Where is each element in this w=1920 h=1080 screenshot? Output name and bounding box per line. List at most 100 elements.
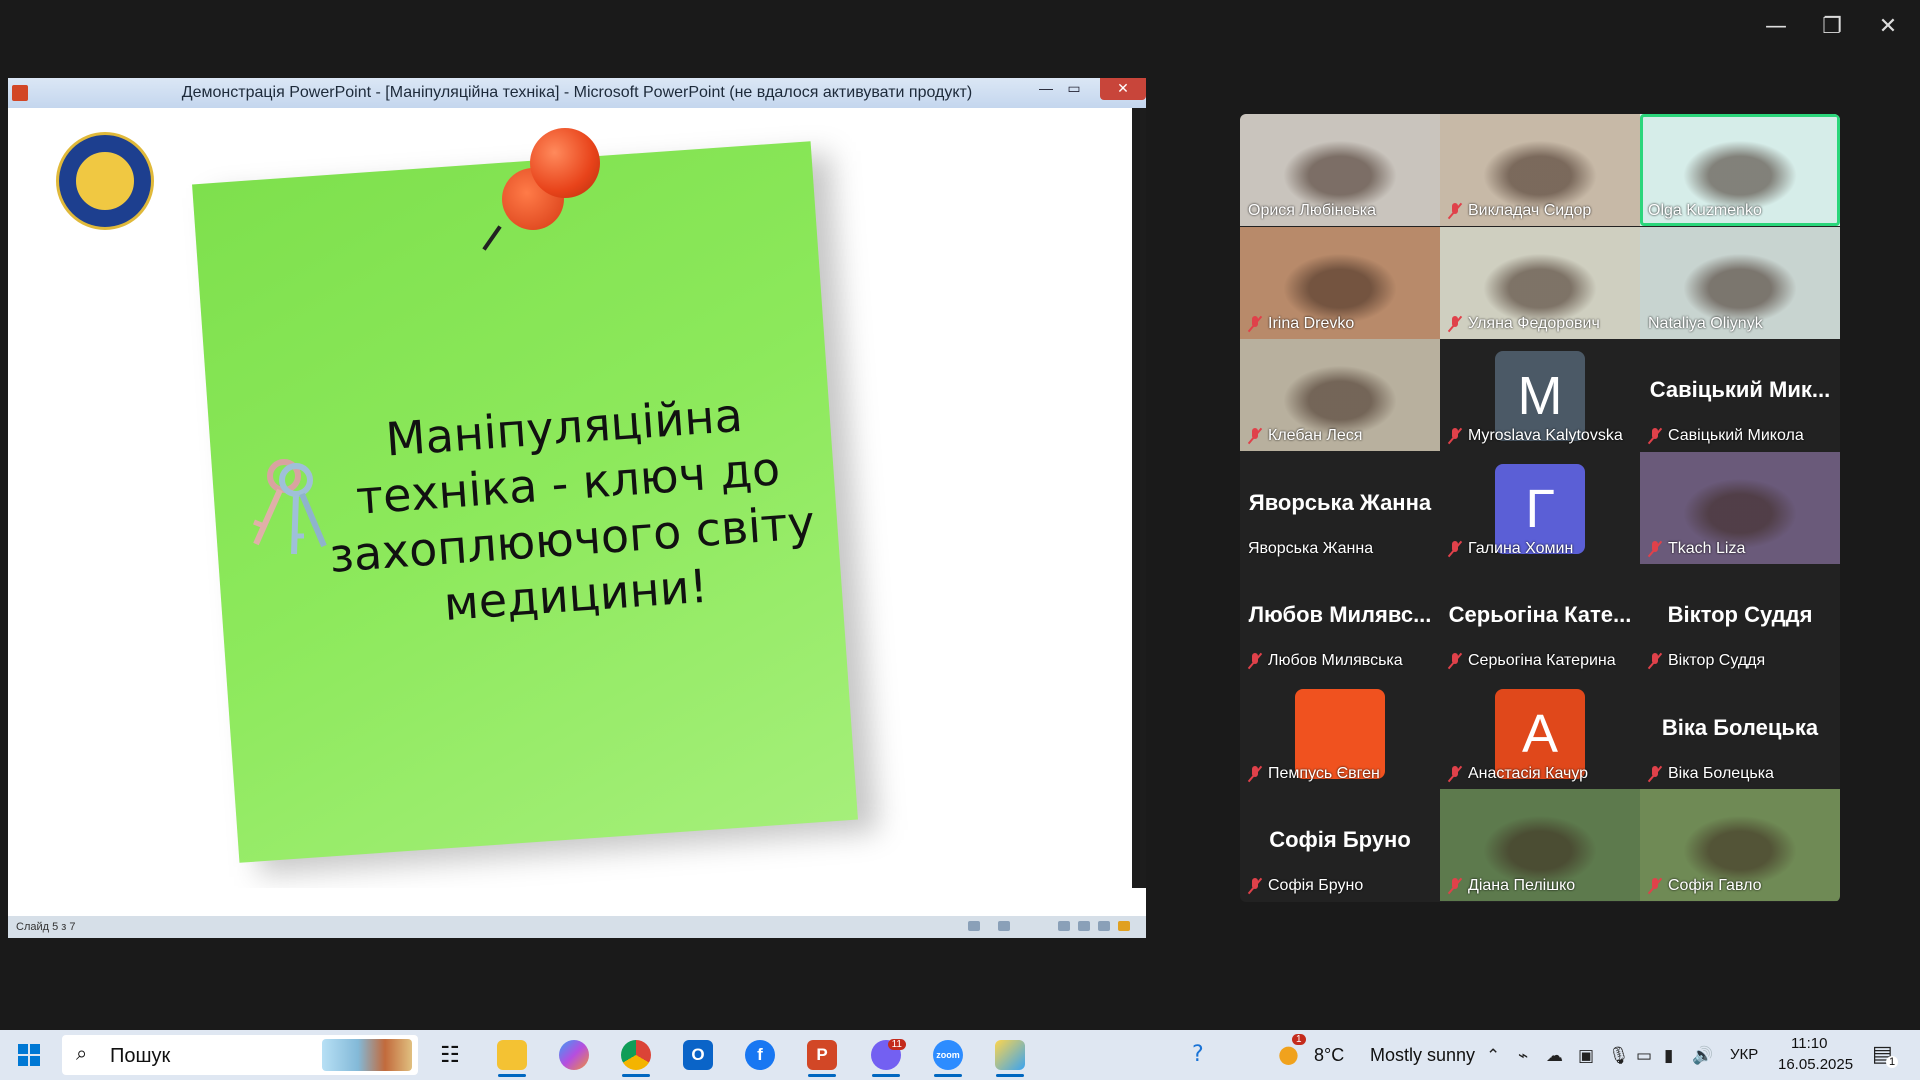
powerpoint-taskbar-icon[interactable]: P — [800, 1035, 844, 1077]
muted-microphone-icon — [1248, 428, 1262, 444]
participant-name: Nataliya Oliynyk — [1648, 314, 1763, 332]
participant-name: Myroslava Kalytovska — [1468, 427, 1623, 444]
participant-name-label: Софія Гавло — [1648, 877, 1762, 895]
ppt-maximize-icon[interactable]: ▭ — [1060, 78, 1088, 100]
weather-text[interactable]: Mostly sunny — [1370, 1045, 1475, 1066]
participant-tile[interactable]: Nataliya Oliynyk — [1640, 226, 1840, 339]
participant-tile[interactable]: Уляна Федорович — [1440, 226, 1640, 339]
start-button[interactable] — [18, 1044, 40, 1066]
participant-tile[interactable]: Г Галина Хомин — [1440, 452, 1640, 564]
participant-tile[interactable]: A Анастасія Качур — [1440, 677, 1640, 789]
ppt-minimize-icon[interactable]: — — [1032, 78, 1060, 100]
chrome-icon[interactable] — [614, 1035, 658, 1077]
camera-icon[interactable]: ▣ — [1578, 1046, 1594, 1066]
participant-name-label: Діана Пелішко — [1448, 877, 1575, 895]
ppt-close-icon[interactable]: ✕ — [1100, 78, 1146, 100]
participant-tile[interactable]: M Myroslava Kalytovska — [1440, 339, 1640, 451]
comments-icon[interactable] — [968, 921, 980, 931]
participant-tile[interactable]: Орися Любінська — [1240, 114, 1440, 226]
slideshow-icon[interactable] — [1118, 921, 1130, 931]
reading-view-icon[interactable] — [1098, 921, 1110, 931]
slide-sorter-icon[interactable] — [1078, 921, 1090, 931]
search-placeholder: Пошук — [110, 1045, 171, 1067]
file-explorer-icon[interactable] — [490, 1035, 534, 1077]
participant-name-label: Анастасія Качур — [1448, 765, 1588, 783]
language-indicator[interactable]: УКР — [1730, 1046, 1758, 1063]
clock-date[interactable]: 16.05.2025 — [1778, 1056, 1853, 1073]
muted-microphone-icon — [1248, 653, 1262, 669]
copilot-icon[interactable] — [552, 1035, 596, 1075]
participant-display-name: Віктор Суддя — [1667, 602, 1813, 627]
participant-tile[interactable]: Яворська Жанна Яворська Жанна — [1240, 452, 1440, 564]
battery-icon[interactable]: ▮ — [1664, 1046, 1673, 1066]
cloud-icon[interactable]: ☁ — [1546, 1046, 1563, 1066]
powerpoint-window: Демонстрація PowerPoint - [Маніпуляційна… — [8, 78, 1146, 938]
screen-share-icon[interactable]: ▭ — [1636, 1046, 1652, 1066]
normal-view-icon[interactable] — [1058, 921, 1070, 931]
taskbar: ⌕ Пошук ☷ O f P 11 zoom ? ● 1 8°C Mostly… — [0, 1030, 1920, 1080]
participant-name-label: Софія Бруно — [1248, 877, 1363, 895]
slide-canvas: Маніпуляційна техніка - ключ до захоплюю… — [20, 114, 1132, 886]
close-icon[interactable]: ✕ — [1868, 10, 1908, 42]
participant-tile[interactable]: Любов Милявс... Любов Милявська — [1240, 564, 1440, 676]
chevron-up-icon[interactable]: ⌃ — [1486, 1046, 1500, 1066]
participant-tile[interactable]: Софія Бруно Софія Бруно — [1240, 789, 1440, 901]
participant-name-label: Віка Болецька — [1648, 765, 1774, 783]
ppt-status-bar: Слайд 5 з 7 — [8, 916, 1146, 938]
participant-name: Анастасія Качур — [1468, 764, 1589, 782]
microphone-icon[interactable]: 🎙 — [1608, 1046, 1630, 1066]
participant-tile[interactable]: Софія Гавло — [1640, 789, 1840, 901]
participant-name: Любов Милявська — [1268, 652, 1403, 669]
participant-name-label: Яворська Жанна — [1248, 540, 1373, 558]
muted-microphone-icon — [1648, 765, 1662, 782]
participant-tile[interactable]: Olga Kuzmenko — [1640, 114, 1840, 226]
muted-microphone-icon — [1448, 315, 1462, 332]
facebook-icon[interactable]: f — [738, 1035, 782, 1075]
college-logo — [56, 132, 154, 230]
viber-badge: 11 — [887, 1039, 906, 1050]
participant-tile[interactable]: Віка Болецька Віка Болецька — [1640, 677, 1840, 789]
participant-name-label: Серьогіна Катерина — [1448, 652, 1616, 670]
participant-tile[interactable]: Irina Drevko — [1240, 226, 1440, 339]
participant-tile[interactable]: Віктор Суддя Віктор Суддя — [1640, 564, 1840, 676]
restore-icon[interactable]: ❐ — [1812, 10, 1852, 42]
notification-count: 1 — [1886, 1056, 1899, 1068]
network-icon[interactable]: ⌁ — [1518, 1046, 1528, 1066]
muted-microphone-icon — [1248, 878, 1262, 894]
participant-tile[interactable]: Пемпусь Євген — [1240, 677, 1440, 789]
ppt-title-bar: Демонстрація PowerPoint - [Маніпуляційна… — [8, 78, 1146, 108]
participant-tile[interactable]: Викладач Сидор — [1440, 114, 1640, 226]
clock-time[interactable]: 11:10 — [1791, 1035, 1827, 1052]
participant-name-label: Tkach Liza — [1648, 540, 1745, 558]
help-icon[interactable]: ? — [1192, 1042, 1204, 1067]
task-view-icon[interactable]: ☷ — [428, 1035, 472, 1075]
participant-tile[interactable]: Tkach Liza — [1640, 451, 1840, 564]
participant-tile[interactable]: Серьогіна Кате... Серьогіна Катерина — [1440, 564, 1640, 676]
viber-icon[interactable]: 11 — [864, 1035, 908, 1077]
participant-tile[interactable]: Савіцький Мик... Савіцький Микола — [1640, 339, 1840, 451]
slide-number: Слайд 5 з 7 — [16, 921, 76, 933]
notes-icon[interactable] — [998, 921, 1010, 931]
participant-name: Серьогіна Катерина — [1468, 652, 1616, 669]
photos-icon[interactable] — [988, 1035, 1032, 1077]
outlook-icon[interactable]: O — [676, 1035, 720, 1075]
participant-name-label: Викладач Сидор — [1448, 202, 1591, 220]
weather-temp[interactable]: 8°C — [1314, 1045, 1344, 1066]
participant-name: Віктор Суддя — [1668, 652, 1766, 669]
muted-microphone-icon — [1448, 653, 1462, 669]
volume-icon[interactable]: 🔊 — [1692, 1046, 1713, 1066]
search-box[interactable]: ⌕ Пошук — [62, 1035, 418, 1075]
ppt-window-title: Демонстрація PowerPoint - [Маніпуляційна… — [181, 84, 973, 101]
participant-name: Савіцький Микола — [1668, 427, 1804, 444]
participant-name: Уляна Федорович — [1468, 314, 1600, 332]
muted-microphone-icon — [1448, 540, 1462, 557]
minimize-icon[interactable]: — — [1756, 10, 1796, 42]
participant-tile[interactable]: Діана Пелішко — [1440, 789, 1640, 901]
participant-name-label: Савіцький Микола — [1648, 427, 1804, 445]
participant-name: Орися Любінська — [1248, 202, 1377, 219]
muted-microphone-icon — [1448, 203, 1462, 219]
participant-name-label: Галина Хомин — [1448, 540, 1573, 558]
participant-name-label: Орися Любінська — [1248, 202, 1376, 220]
zoom-icon[interactable]: zoom — [926, 1035, 970, 1077]
participant-tile[interactable]: Клебан Леся — [1240, 339, 1440, 451]
